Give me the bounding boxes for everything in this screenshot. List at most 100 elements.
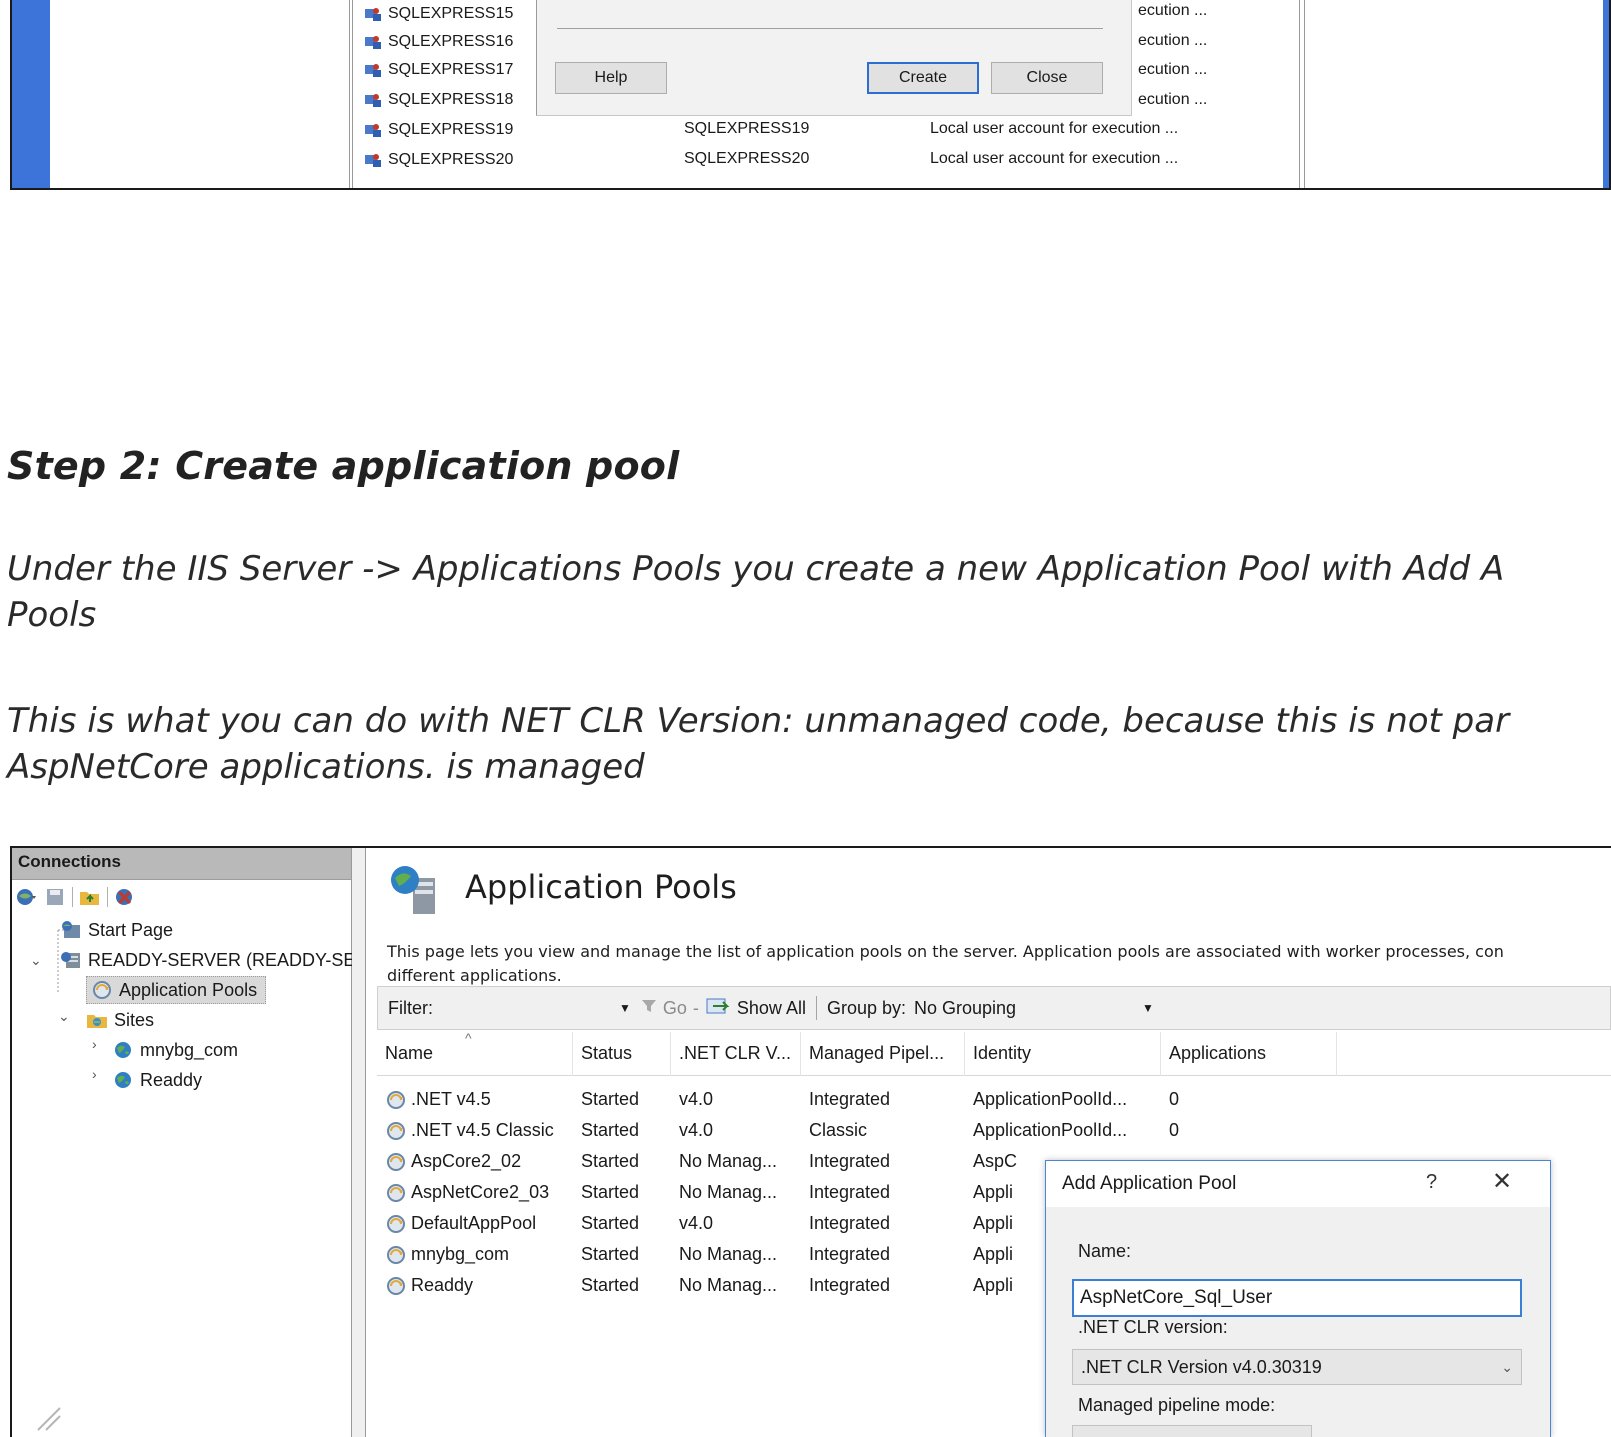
disconnect-icon[interactable]: [114, 886, 136, 908]
column-header-pipeline[interactable]: Managed Pipel...: [801, 1031, 965, 1076]
go-button[interactable]: Go: [663, 998, 687, 1019]
column-header-identity[interactable]: Identity: [965, 1031, 1161, 1076]
pool-clr-cell: No Manag...: [679, 1275, 778, 1295]
help-button[interactable]: Help: [555, 62, 667, 94]
show-all-icon[interactable]: [705, 996, 731, 1021]
user-account-icon: [365, 94, 381, 107]
chevron-right-icon[interactable]: ›: [92, 1066, 97, 1082]
pool-pipeline-cell: Integrated: [809, 1151, 891, 1171]
pool-pipeline-cell: Integrated: [809, 1244, 891, 1264]
funnel-icon[interactable]: [641, 998, 657, 1019]
app-pool-icon: [387, 1090, 405, 1109]
clr-version-label: .NET CLR version:: [1078, 1317, 1228, 1337]
tree-item-sites[interactable]: Sites: [86, 1006, 154, 1034]
column-header-name[interactable]: Name ^: [377, 1029, 573, 1076]
chevron-down-icon[interactable]: ⌄: [30, 952, 42, 969]
paragraph-line: This is what you can do with NET CLR Ver…: [7, 701, 1510, 741]
pool-name-text: AspNetCore2_03: [411, 1182, 550, 1202]
group-by-label: Group by:: [826, 997, 906, 1018]
app-pool-icon: [387, 1121, 405, 1140]
user-account-icon: [365, 8, 381, 21]
list-item[interactable]: SQLEXPRESS19: [364, 116, 513, 144]
pool-clr-cell: v4.0: [679, 1089, 714, 1109]
pool-status-cell: Started: [581, 1182, 640, 1202]
group-by-select[interactable]: No Grouping: [914, 998, 1142, 1019]
paragraph-line: Under the IIS Server -> Applications Poo…: [7, 549, 1505, 589]
panel-splitter[interactable]: [352, 848, 366, 1437]
pool-name-text: Readdy: [411, 1275, 474, 1295]
help-button[interactable]: ?: [1426, 1171, 1437, 1194]
list-item[interactable]: SQLEXPRESS20: [364, 146, 513, 174]
add-application-pool-dialog: Add Application Pool ? ✕ Name: AspNetCor…: [1045, 1160, 1551, 1437]
user-account-icon: [365, 154, 381, 167]
filter-label: Filter:: [388, 997, 433, 1018]
pool-name-text: mnybg_com: [411, 1244, 510, 1264]
chevron-down-icon[interactable]: ⌄: [58, 1008, 70, 1025]
connect-globe-icon[interactable]: [16, 886, 38, 908]
description-cell: ecution ...: [1138, 2, 1208, 19]
column-header-status[interactable]: Status: [573, 1031, 671, 1076]
pool-status-cell: Started: [581, 1275, 640, 1295]
pool-apps-cell: 0: [1169, 1089, 1180, 1109]
table-row[interactable]: .NET v4.5 Classic Started v4.0 Classic Appli…: [377, 1115, 1337, 1146]
list-item[interactable]: SQLEXPRESS17: [364, 56, 513, 84]
chevron-down-icon: ⌄: [1501, 1358, 1513, 1375]
tree-item-start-page[interactable]: Start Page: [60, 916, 173, 944]
separator-dash: -: [692, 997, 699, 1018]
tree-item-server[interactable]: READDY-SERVER (READDY-SE: [60, 946, 355, 974]
name-label: Name:: [1078, 1241, 1132, 1261]
pool-clr-cell: No Manag...: [679, 1151, 778, 1171]
pool-pipeline-cell: Classic: [809, 1120, 868, 1140]
pool-status-cell: Started: [581, 1151, 640, 1171]
user-account-icon: [365, 124, 381, 137]
panel-divider[interactable]: [349, 0, 353, 188]
toolbar-separator: [107, 887, 108, 907]
table-row[interactable]: .NET v4.5 Started v4.0 Integrated Applicatio…: [377, 1084, 1337, 1115]
connections-toolbar: [12, 880, 351, 914]
app-pool-icon: [387, 1276, 405, 1295]
app-pool-icon: [387, 1183, 405, 1202]
paragraph-line: AspNetCore applications. is managed: [7, 747, 645, 787]
up-folder-icon[interactable]: [79, 886, 101, 908]
pool-name-text: AspCore2_02: [411, 1151, 522, 1171]
window-right-border: [1603, 0, 1609, 188]
page-description: This page lets you view and manage the l…: [387, 942, 1504, 985]
connections-header: Connections: [12, 848, 351, 880]
resize-grip-icon[interactable]: [34, 1404, 64, 1434]
tree-item-application-pools[interactable]: Application Pools: [86, 976, 267, 1004]
sort-caret-icon: ^: [465, 1029, 472, 1046]
close-button[interactable]: Close: [991, 62, 1103, 94]
tree-item-site-readdy[interactable]: Readdy: [112, 1066, 202, 1094]
caret-down-icon[interactable]: ▼: [619, 1001, 631, 1015]
chevron-right-icon[interactable]: ›: [92, 1036, 97, 1052]
pool-clr-cell: v4.0: [679, 1120, 714, 1140]
column-header-applications[interactable]: Applications: [1161, 1031, 1337, 1076]
save-icon[interactable]: [44, 886, 66, 908]
list-item[interactable]: SQLEXPRESS15: [364, 0, 513, 28]
dialog-separator: [557, 28, 1103, 29]
close-icon[interactable]: ✕: [1492, 1167, 1512, 1196]
pool-apps-cell: 0: [1169, 1120, 1180, 1140]
full-name-cell: SQLEXPRESS19: [684, 120, 810, 137]
pipeline-mode-select[interactable]: [1072, 1425, 1312, 1437]
list-item[interactable]: SQLEXPRESS18: [364, 86, 513, 114]
create-button[interactable]: Create: [867, 62, 979, 94]
list-item[interactable]: SQLEXPRESS16: [364, 28, 513, 56]
user-account-icon: [365, 36, 381, 49]
tree-item-site-mnybg[interactable]: mnybg_com: [112, 1036, 238, 1064]
clr-version-select[interactable]: .NET CLR Version v4.0.30319 ⌄: [1072, 1349, 1522, 1385]
panel-divider[interactable]: [1299, 0, 1305, 188]
name-input[interactable]: AspNetCore_Sql_User: [1072, 1279, 1522, 1317]
step-heading: Step 2: Create application pool: [7, 444, 680, 488]
description-cell: Local user account for execution ...: [930, 120, 1179, 137]
caret-down-icon[interactable]: ▼: [1142, 1001, 1154, 1015]
pool-clr-cell: No Manag...: [679, 1182, 778, 1202]
show-all-button[interactable]: Show All: [737, 998, 806, 1019]
pool-name-cell: AspNetCore2_03: [377, 1182, 573, 1203]
description-cell: ecution ...: [1138, 61, 1208, 78]
pool-pipeline-cell: Integrated: [809, 1275, 891, 1295]
sites-folder-icon: [87, 1015, 107, 1028]
column-header-clr[interactable]: .NET CLR V...: [671, 1031, 801, 1076]
pool-status-cell: Started: [581, 1120, 640, 1140]
toolbar-separator: [815, 996, 817, 1020]
